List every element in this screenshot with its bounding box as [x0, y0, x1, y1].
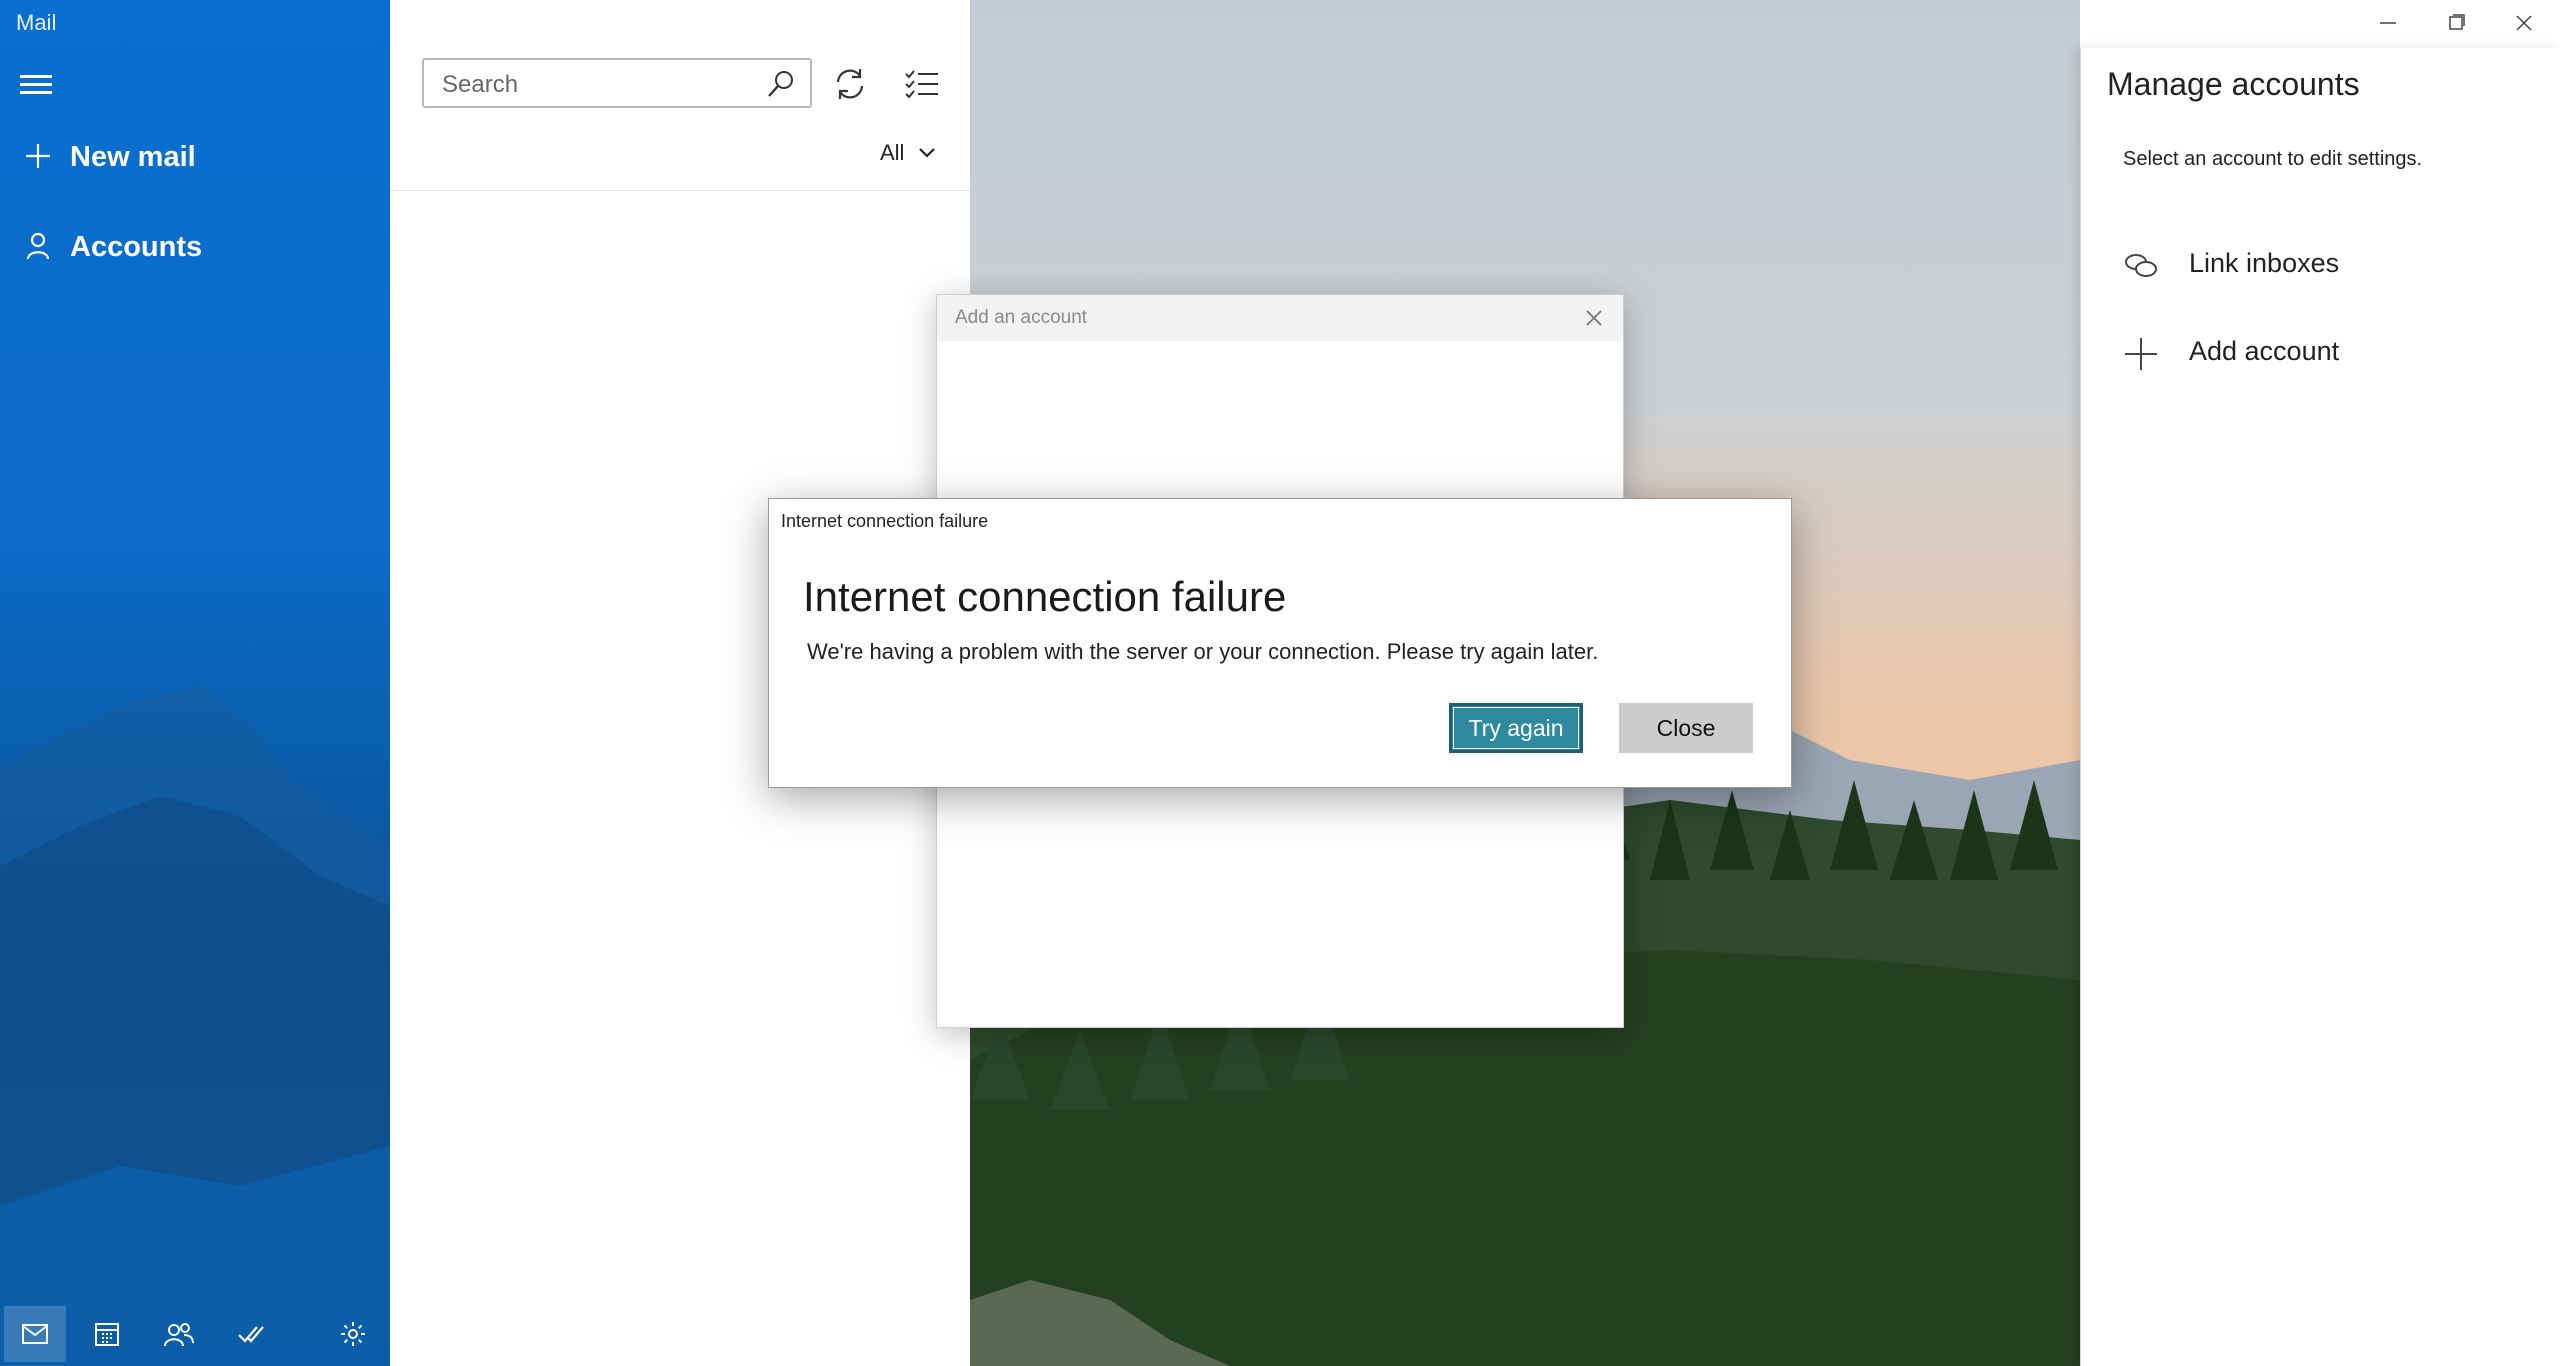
try-again-button[interactable]: Try again: [1449, 703, 1583, 753]
chevron-down-icon: [919, 148, 936, 158]
hamburger-menu-icon[interactable]: [20, 70, 52, 96]
link-inboxes-item[interactable]: Link inboxes: [2081, 228, 2560, 298]
calendar-icon[interactable]: [76, 1306, 138, 1362]
mail-icon[interactable]: [4, 1306, 66, 1362]
navigation-pane: Mail New mail Accounts: [0, 0, 390, 1366]
divider: [390, 190, 970, 191]
add-account-header: Add an account: [937, 295, 1623, 341]
restore-button[interactable]: [2436, 8, 2476, 38]
plus-icon: [2125, 338, 2157, 370]
manage-accounts-title: Manage accounts: [2107, 66, 2360, 102]
add-account-title: Add an account: [955, 307, 1088, 328]
filter-dropdown[interactable]: All: [880, 140, 936, 166]
dialog-message: We're having a problem with the server o…: [807, 639, 1599, 664]
mountain-background: [0, 686, 390, 1366]
dialog-caption: Internet connection failure: [781, 511, 989, 531]
accounts-button[interactable]: Accounts: [0, 212, 390, 282]
close-window-button[interactable]: [2504, 8, 2544, 38]
person-icon: [26, 232, 50, 260]
close-button[interactable]: Close: [1619, 703, 1753, 753]
accounts-label: Accounts: [70, 230, 203, 263]
app-switcher-bar: [0, 1302, 390, 1366]
filter-label: All: [880, 140, 905, 165]
add-account-item[interactable]: Add account: [2081, 316, 2560, 386]
sync-icon[interactable]: [830, 64, 870, 104]
search-icon[interactable]: [766, 69, 796, 99]
new-mail-button[interactable]: New mail: [0, 122, 390, 192]
search-input[interactable]: [440, 70, 764, 100]
dialog-heading: Internet connection failure: [803, 573, 1287, 620]
manage-accounts-panel: Manage accounts Select an account to edi…: [2080, 48, 2560, 1366]
manage-accounts-subtitle: Select an account to edit settings.: [2123, 148, 2423, 170]
app-title: Mail: [16, 10, 57, 35]
settings-icon[interactable]: [322, 1306, 384, 1362]
people-icon[interactable]: [148, 1306, 210, 1362]
add-account-label: Add account: [2189, 336, 2340, 366]
link-inboxes-label: Link inboxes: [2189, 248, 2340, 278]
minimize-button[interactable]: [2368, 8, 2408, 38]
close-icon[interactable]: [1583, 307, 1605, 329]
todo-icon[interactable]: [220, 1306, 282, 1362]
new-mail-label: New mail: [70, 140, 196, 173]
search-box: [422, 58, 812, 108]
plus-icon: [26, 144, 50, 168]
selection-mode-icon[interactable]: [902, 64, 942, 104]
connection-error-dialog: Internet connection failure Internet con…: [768, 498, 1792, 788]
link-icon: [2125, 254, 2157, 277]
